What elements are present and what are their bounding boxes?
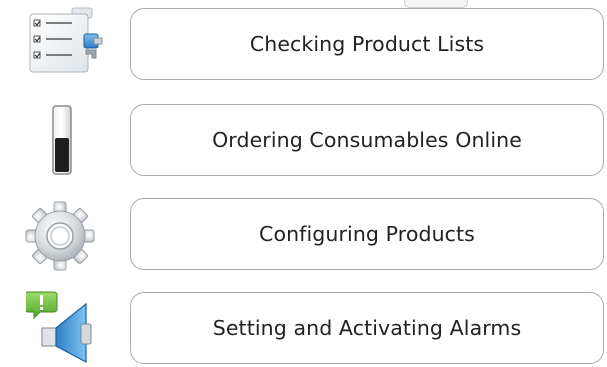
product-tasks-menu: Checking Product Lists Ordering Consumab…	[0, 0, 607, 367]
top-tab	[404, 0, 468, 8]
checklist-icon	[29, 7, 103, 73]
menu-item-ordering-consumables-online[interactable]: Ordering Consumables Online	[130, 104, 604, 176]
menu-item-label: Checking Product Lists	[249, 32, 485, 56]
toner-level-icon	[52, 105, 72, 175]
menu-item-label: Ordering Consumables Online	[212, 128, 522, 152]
menu-item-label: Setting and Activating Alarms	[212, 316, 522, 340]
menu-item-configuring-products[interactable]: Configuring Products	[130, 198, 604, 270]
gear-icon	[25, 201, 95, 271]
alarm-speaker-icon	[26, 291, 92, 363]
menu-item-checking-product-lists[interactable]: Checking Product Lists	[130, 8, 604, 80]
menu-item-setting-and-activating-alarms[interactable]: Setting and Activating Alarms	[130, 292, 604, 364]
menu-item-label: Configuring Products	[259, 222, 475, 246]
